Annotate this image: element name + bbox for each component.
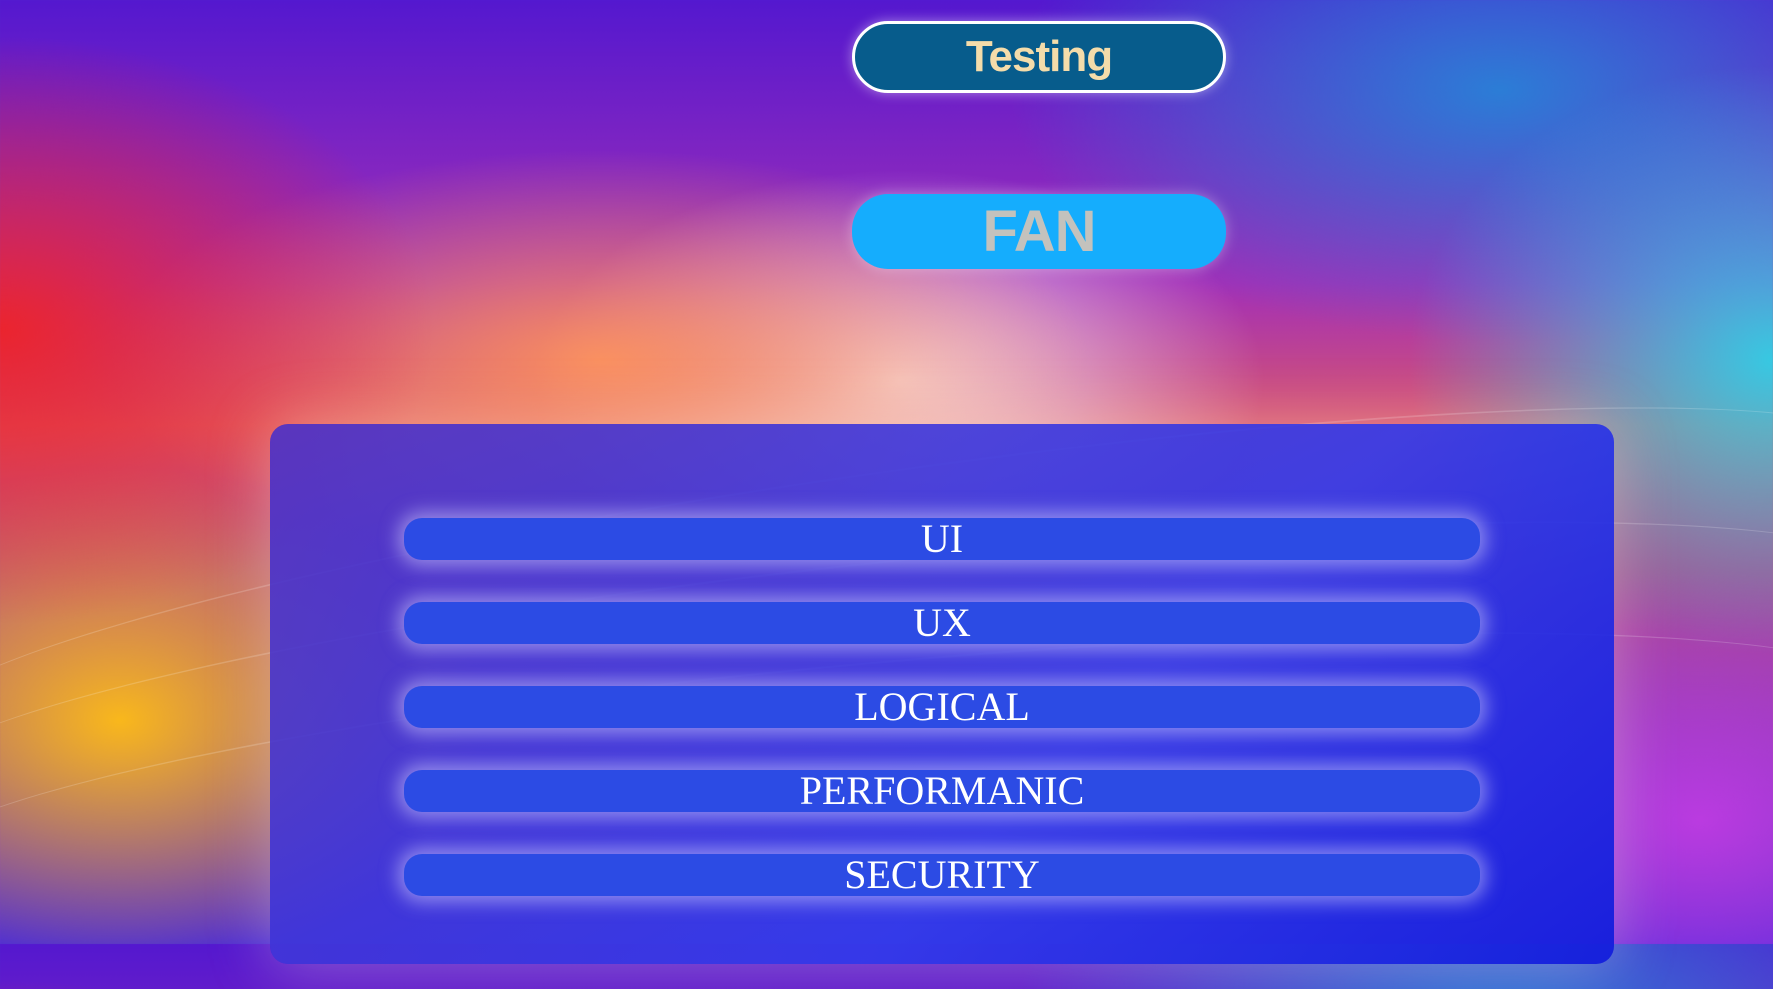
testing-types-panel: UI UX LOGICAL PERFORMANIC SECURITY <box>270 424 1614 964</box>
testing-types-menu: UI UX LOGICAL PERFORMANIC SECURITY <box>404 518 1480 938</box>
menu-item-logical[interactable]: LOGICAL <box>404 686 1480 728</box>
menu-item-security[interactable]: SECURITY <box>404 854 1480 896</box>
menu-item-ui[interactable]: UI <box>404 518 1480 560</box>
subtitle-badge[interactable]: FAN <box>852 194 1226 269</box>
page-title-badge: Testing <box>852 21 1226 93</box>
page: { "header": { "title": "Testing", "subti… <box>0 0 1773 989</box>
subtitle-label: FAN <box>982 199 1097 264</box>
page-title: Testing <box>965 32 1113 81</box>
menu-item-ux[interactable]: UX <box>404 602 1480 644</box>
menu-item-performanic[interactable]: PERFORMANIC <box>404 770 1480 812</box>
